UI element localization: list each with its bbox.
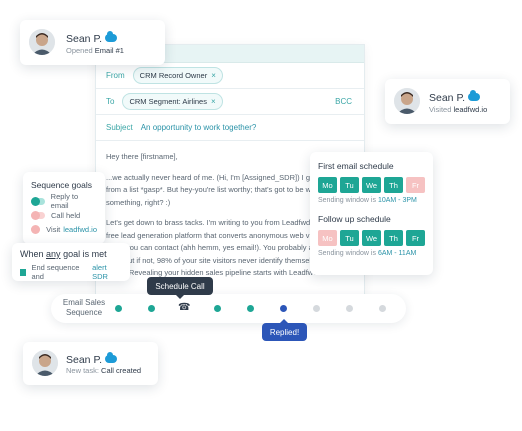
goal-toggle[interactable] [31,224,41,234]
phone-icon[interactable]: ☎ [178,302,190,313]
checkbox[interactable] [20,268,27,276]
subject-input[interactable]: An opportunity to work together? [141,123,257,132]
to-row: To CRM Segment: Airlines × BCC [96,89,364,115]
contact-activity: Opened Email #1 [66,46,124,55]
window-value[interactable]: 6AM - 11AM [378,250,416,257]
salesforce-cloud-icon [105,351,118,363]
day-toggle-mo[interactable]: Mo [318,230,337,246]
goal-link[interactable]: leadfwd.io [63,225,97,234]
follow-schedule-title: Follow up schedule [318,214,391,224]
goal-label: Call held [51,210,81,220]
goal-condition-card: When any goal is met End sequence and al… [12,243,130,281]
sequence-label: Email Sales Sequence [62,298,106,317]
activity-prefix: Opened [66,46,93,55]
from-label: From [106,71,125,80]
contact-name-row: Sean P. [66,29,118,47]
day-toggle-tu[interactable]: Tu [340,177,359,193]
schedule-call-tooltip: Schedule Call [147,277,213,299]
sequence-step-dot[interactable] [115,305,122,312]
sequence-step-dot[interactable] [247,305,254,312]
contact-activity: Visited leadfwd.io [429,105,487,114]
avatar [32,350,58,376]
bcc-button[interactable]: BCC [335,97,352,106]
sequence-step-dot[interactable] [148,305,155,312]
day-toggle-tu[interactable]: Tu [340,230,359,246]
salesforce-cloud-icon [105,30,118,42]
schedule-card: First email schedule Mo Tu We Th Fr Sending … [310,152,433,275]
day-toggle-fr[interactable]: Fr [406,177,425,193]
first-schedule-title: First email schedule [318,161,394,171]
day-toggle-th[interactable]: Th [384,230,403,246]
subject-row: Subject An opportunity to work together? [96,115,364,141]
sequence-step-dot[interactable] [313,305,320,312]
day-toggle-we[interactable]: We [362,230,381,246]
close-icon[interactable]: × [211,97,216,106]
action-label: End sequence and [31,263,80,281]
activity-value: Call created [101,366,142,375]
goal-label: Visit [46,224,61,234]
day-toggle-we[interactable]: We [362,177,381,193]
first-schedule-days: Mo Tu We Th Fr [318,177,425,193]
goal-item[interactable]: Reply to email [31,192,97,210]
contact-name-row: Sean P. [429,88,481,106]
contact-name: Sean P. [66,33,103,45]
activity-prefix: Visited [429,105,452,114]
avatar [29,29,55,55]
from-chip[interactable]: CRM Record Owner × [132,67,223,84]
activity-value: Email #1 [94,46,124,55]
contact-card-visited[interactable]: Sean P. Visited leadfwd.io [385,79,510,124]
condition-action[interactable]: End sequence and alert SDR [20,263,122,281]
sequence-step-dot[interactable] [214,305,221,312]
contact-card-opened[interactable]: Sean P. Opened Email #1 [20,20,165,65]
first-sending-window: Sending window is 10AM - 3PM [318,197,425,204]
to-label: To [106,97,115,106]
day-toggle-th[interactable]: Th [384,177,403,193]
follow-schedule-days: Mo Tu We Th Fr [318,230,425,246]
sequence-step-dot[interactable] [280,305,287,312]
sequence-step-dot[interactable] [346,305,353,312]
sequence-timeline: Email Sales Sequence ☎ [51,294,406,323]
contact-name: Sean P. [66,354,103,366]
action-link[interactable]: alert SDR [92,263,122,281]
from-row: From CRM Record Owner × [96,63,364,89]
close-icon[interactable]: × [211,71,216,80]
avatar [394,88,420,114]
goals-title: Sequence goals [31,180,92,190]
sequence-goals-card: Sequence goals Reply to email Call held … [23,172,105,244]
window-label: Sending window is [318,197,376,204]
replied-badge: Replied! [262,319,307,341]
day-toggle-fr[interactable]: Fr [406,230,425,246]
contact-name: Sean P. [429,92,466,104]
condition-prefix: When [20,249,44,259]
condition-title: When any goal is met [20,249,122,259]
goal-toggle[interactable] [31,196,45,206]
window-label: Sending window is [318,250,376,257]
to-chip[interactable]: CRM Segment: Airlines × [122,93,223,110]
sequence-step-dot[interactable] [379,305,386,312]
contact-card-task[interactable]: Sean P. New task: Call created [23,342,158,385]
window-value[interactable]: 10AM - 3PM [378,197,417,204]
activity-prefix: New task: [66,366,99,375]
subject-label: Subject [106,123,133,132]
contact-activity: New task: Call created [66,366,141,375]
from-chip-label: CRM Record Owner [139,71,208,80]
day-toggle-mo[interactable]: Mo [318,177,337,193]
goal-item[interactable]: Visit leadfwd.io [31,222,97,236]
follow-sending-window: Sending window is 6AM - 11AM [318,250,425,257]
goal-toggle[interactable] [31,210,45,220]
condition-any-dropdown[interactable]: any [46,249,61,259]
goal-label: Reply to email [50,192,79,210]
to-chip-label: CRM Segment: Airlines [129,97,207,106]
activity-value: leadfwd.io [453,105,488,114]
goal-item[interactable]: Call held [31,208,97,222]
salesforce-cloud-icon [468,89,481,101]
condition-suffix: goal is met [63,249,107,259]
